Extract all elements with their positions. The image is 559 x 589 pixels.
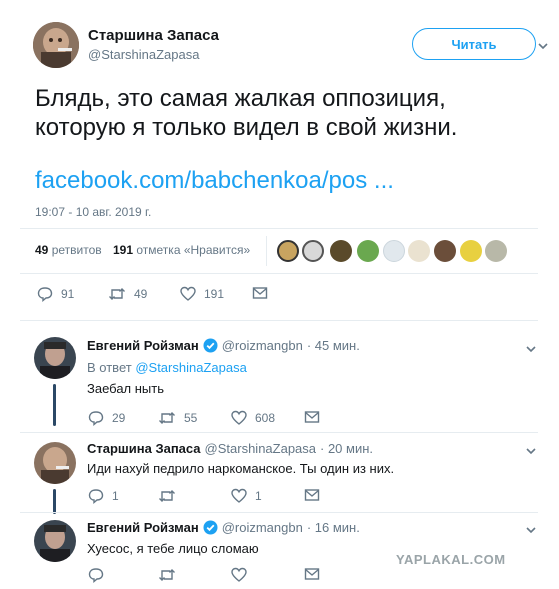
retweet-button[interactable]: 49	[108, 286, 147, 302]
verified-icon	[203, 338, 218, 353]
follow-button[interactable]: Читать	[412, 28, 536, 60]
reply-text: Хуесос, я тебе лицо сломаю	[87, 541, 259, 556]
likes-label: отметка «Нравится»	[136, 243, 251, 257]
likes-stat[interactable]: 191 отметка «Нравится»	[113, 243, 250, 257]
reply-count: 29	[112, 411, 126, 425]
reply-time[interactable]: · 16 мин.	[307, 520, 360, 535]
reply-icon	[88, 489, 104, 504]
retweets-count: 49	[35, 243, 49, 257]
divider	[20, 228, 538, 229]
retweet-icon	[159, 569, 175, 581]
chevron-down-icon[interactable]	[525, 524, 537, 536]
chevron-down-icon[interactable]	[525, 445, 537, 457]
retweet-icon	[159, 490, 175, 502]
reply-to-handle[interactable]: @StarshinaZapasa	[135, 360, 246, 375]
reply-author-avatar[interactable]	[34, 520, 76, 562]
reply-time[interactable]: · 45 мин.	[307, 338, 360, 353]
tweet-timestamp[interactable]: 19:07 - 10 авг. 2019 г.	[35, 205, 151, 219]
reply-button[interactable]: 29	[88, 410, 125, 426]
reply-author-avatar[interactable]	[34, 442, 76, 484]
reply-icon	[37, 287, 53, 302]
thread-line	[53, 489, 56, 514]
reply-author-handle[interactable]: @roizmangbn	[222, 520, 303, 535]
like-button[interactable]	[231, 567, 255, 583]
tweet-text-line-1: Блядь, это самая жалкая оппозиция,	[35, 85, 446, 112]
reply-author-name[interactable]: Старшина Запаса	[87, 441, 201, 456]
liker-avatar[interactable]	[460, 240, 482, 262]
reply-icon	[88, 411, 104, 426]
envelope-icon	[304, 411, 320, 423]
reply-count: 1	[112, 489, 119, 503]
retweet-icon	[109, 288, 125, 300]
reply-to-line: В ответ @StarshinaZapasa	[87, 360, 247, 375]
stats-separator	[266, 236, 267, 266]
divider	[20, 512, 538, 513]
liker-avatar[interactable]	[383, 240, 405, 262]
divider	[20, 320, 538, 321]
reply-button[interactable]: 91	[37, 286, 74, 302]
likes-count: 191	[113, 243, 134, 257]
retweet-count: 55	[184, 411, 198, 425]
like-count: 608	[255, 411, 276, 425]
reply-icon	[88, 568, 104, 583]
reply-author-name[interactable]: Евгений Ройзман	[87, 520, 199, 535]
thread-line	[53, 384, 56, 426]
chevron-down-icon[interactable]	[537, 40, 549, 52]
envelope-icon	[304, 489, 320, 501]
retweets-stat[interactable]: 49 ретвитов	[35, 243, 102, 257]
dm-button[interactable]	[304, 567, 320, 581]
liker-avatar[interactable]	[277, 240, 299, 262]
liker-avatar[interactable]	[408, 240, 430, 262]
author-avatar[interactable]	[33, 22, 79, 68]
reply-to-prefix: В ответ	[87, 360, 132, 375]
like-button[interactable]: 191	[180, 286, 224, 302]
retweet-button[interactable]: 55	[158, 410, 197, 426]
heart-icon	[180, 286, 196, 301]
envelope-icon	[252, 287, 268, 299]
liker-avatar[interactable]	[357, 240, 379, 262]
heart-icon	[231, 488, 247, 503]
divider	[20, 273, 538, 274]
retweet-icon	[159, 412, 175, 424]
like-count: 191	[204, 287, 225, 301]
liker-avatar[interactable]	[485, 240, 507, 262]
reply-author-handle[interactable]: @roizmangbn	[222, 338, 303, 353]
reply-button[interactable]: 1	[88, 488, 119, 504]
tweet-text-line-2: которую я только видел в свой жизни.	[35, 114, 458, 141]
heart-icon	[231, 567, 247, 582]
reply-text: Иди нахуй педрило наркоманское. Ты один …	[87, 461, 395, 476]
reply-count: 91	[61, 287, 75, 301]
reply-text: Заебал ныть	[87, 381, 164, 396]
retweet-button[interactable]	[158, 567, 184, 583]
retweet-count: 49	[134, 287, 148, 301]
envelope-icon	[304, 568, 320, 580]
dm-button[interactable]	[252, 286, 268, 300]
heart-icon	[231, 410, 247, 425]
author-handle[interactable]: @StarshinaZapasa	[88, 47, 199, 62]
watermark: YAPLAKAL.COM	[396, 552, 506, 567]
liker-avatar[interactable]	[434, 240, 456, 262]
reply-header: Старшина Запаса @StarshinaZapasa · 20 ми…	[87, 441, 373, 456]
retweets-label: ретвитов	[51, 243, 102, 257]
reply-button[interactable]	[88, 567, 112, 583]
reply-author-handle[interactable]: @StarshinaZapasa	[205, 441, 316, 456]
like-button[interactable]: 1	[231, 488, 262, 504]
reply-author-name[interactable]: Евгений Ройзман	[87, 338, 199, 353]
reply-author-avatar[interactable]	[34, 337, 76, 379]
dm-button[interactable]	[304, 488, 320, 502]
verified-icon	[203, 520, 218, 535]
like-button[interactable]: 608	[231, 410, 275, 426]
reply-header: Евгений Ройзман @roizmangbn · 16 мин.	[87, 520, 360, 535]
like-count: 1	[255, 489, 262, 503]
liker-avatar[interactable]	[302, 240, 324, 262]
reply-time[interactable]: · 20 мин.	[320, 441, 373, 456]
reply-header: Евгений Ройзман @roizmangbn · 45 мин.	[87, 338, 360, 353]
dm-button[interactable]	[304, 410, 320, 424]
author-name[interactable]: Старшина Запаса	[88, 27, 219, 44]
chevron-down-icon[interactable]	[525, 343, 537, 355]
tweet-link[interactable]: facebook.com/babchenkoa/pos ...	[35, 167, 394, 195]
divider	[20, 432, 538, 433]
liker-avatar[interactable]	[330, 240, 352, 262]
retweet-button[interactable]	[158, 488, 184, 504]
